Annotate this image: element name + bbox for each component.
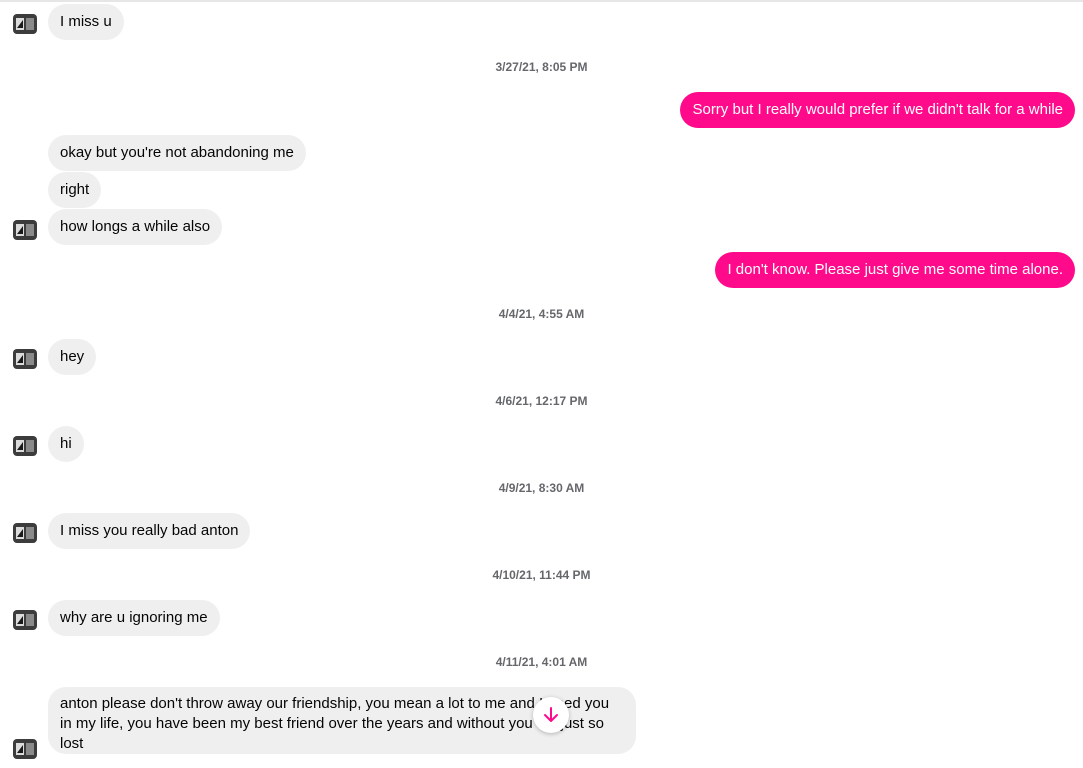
message-bubble-received[interactable]: hi	[48, 426, 84, 462]
contact-avatar[interactable]	[11, 606, 39, 634]
timestamp: 4/4/21, 4:55 AM	[498, 307, 585, 321]
message-bubble-received[interactable]: how longs a while also	[48, 209, 223, 245]
timestamp: 4/9/21, 8:30 AM	[498, 481, 585, 495]
timestamp: 4/10/21, 11:44 PM	[492, 568, 591, 582]
message-bubble-sent[interactable]: I don't know. Please just give me some t…	[715, 252, 1075, 288]
timestamp: 4/11/21, 4:01 AM	[495, 655, 588, 669]
message-bubble-received[interactable]: okay but you're not abandoning me	[48, 135, 306, 171]
top-divider	[0, 0, 1083, 2]
message-bubble-received[interactable]: I miss u	[48, 4, 124, 40]
message-bubble-received[interactable]: hey	[48, 339, 97, 375]
message-bubble-sent[interactable]: Sorry but I really would prefer if we di…	[680, 92, 1075, 128]
scroll-to-bottom-button[interactable]	[533, 697, 569, 733]
timestamp: 4/6/21, 12:17 PM	[495, 394, 588, 408]
contact-avatar[interactable]	[11, 345, 39, 373]
contact-avatar[interactable]	[11, 216, 39, 244]
message-bubble-received[interactable]: right	[48, 172, 102, 208]
arrow-down-icon	[544, 707, 558, 722]
message-bubble-received[interactable]: why are u ignoring me	[48, 600, 220, 636]
message-bubble-received[interactable]: I miss you really bad anton	[48, 513, 251, 549]
contact-avatar[interactable]	[11, 10, 39, 38]
contact-avatar[interactable]	[11, 519, 39, 547]
timestamp: 3/27/21, 8:05 PM	[495, 60, 588, 74]
contact-avatar[interactable]	[11, 735, 39, 763]
contact-avatar[interactable]	[11, 432, 39, 460]
